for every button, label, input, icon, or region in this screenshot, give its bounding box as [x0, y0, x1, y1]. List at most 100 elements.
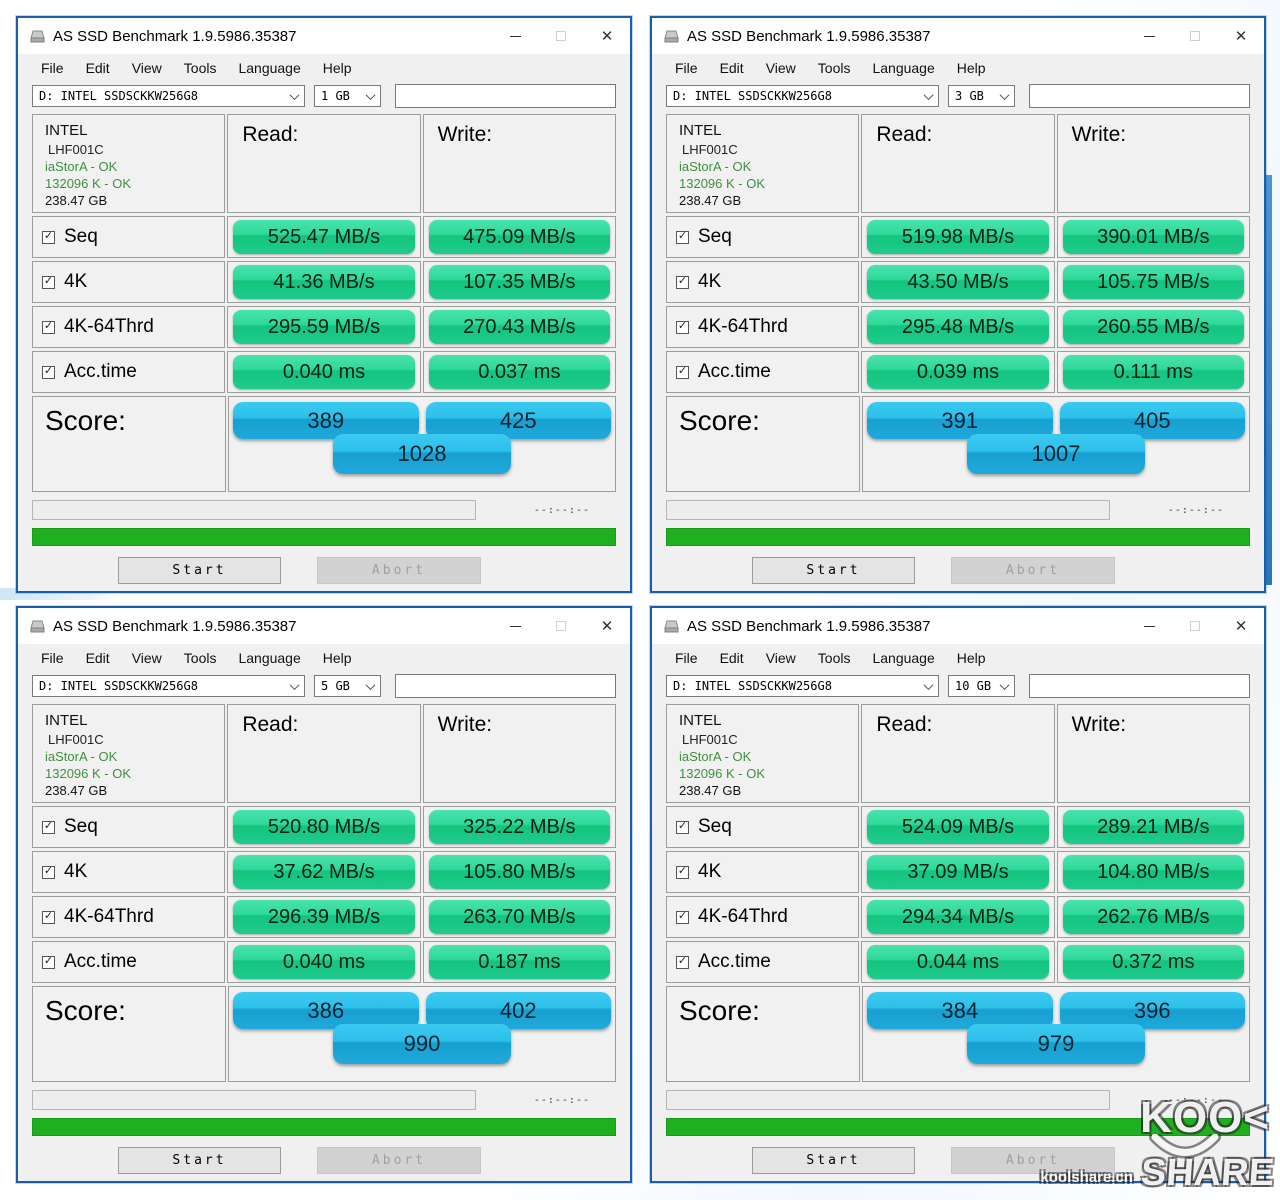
app-icon [30, 30, 45, 43]
seq-checkbox[interactable]: ✓ [42, 821, 55, 834]
drive-select-value: D: INTEL SSDSCKKW256G8 [673, 89, 832, 103]
row-label: 4K [698, 271, 721, 293]
write-header: Write: [423, 114, 616, 213]
parameter-input[interactable] [1029, 84, 1250, 108]
abort-button[interactable]: Abort [317, 557, 481, 584]
close-button[interactable]: ✕ [584, 18, 630, 54]
minimize-button[interactable] [492, 608, 538, 644]
title-bar: AS SSD Benchmark 1.9.5986.35387 ✕ [652, 608, 1264, 644]
abort-button[interactable]: Abort [951, 557, 1115, 584]
4k-checkbox[interactable]: ✓ [676, 866, 689, 879]
4k64-checkbox[interactable]: ✓ [42, 911, 55, 924]
menu-view[interactable]: View [755, 647, 807, 669]
row-label: 4K-64Thrd [698, 906, 788, 928]
seq-checkbox[interactable]: ✓ [676, 231, 689, 244]
seq-checkbox[interactable]: ✓ [676, 821, 689, 834]
row-label: Seq [698, 816, 732, 838]
drive-capacity: 238.47 GB [45, 782, 224, 799]
abort-button[interactable]: Abort [951, 1147, 1115, 1174]
drive-select[interactable]: D: INTEL SSDSCKKW256G8 [666, 85, 939, 107]
4k-checkbox[interactable]: ✓ [42, 866, 55, 879]
minimize-button[interactable] [492, 18, 538, 54]
test-size-select[interactable]: 5 GB [314, 675, 381, 697]
menu-file[interactable]: File [664, 647, 709, 669]
drive-info-panel: INTEL LHF001C iaStorA - OK 132096 K - OK… [32, 704, 225, 803]
app-icon [664, 620, 679, 633]
menu-tools[interactable]: Tools [807, 57, 862, 79]
menu-language[interactable]: Language [227, 647, 311, 669]
drive-select[interactable]: D: INTEL SSDSCKKW256G8 [666, 675, 939, 697]
row-label: 4K [64, 271, 87, 293]
maximize-button[interactable] [1172, 608, 1218, 644]
parameter-input[interactable] [395, 84, 616, 108]
minimize-button[interactable] [1126, 18, 1172, 54]
test-size-select[interactable]: 3 GB [948, 85, 1015, 107]
maximize-button[interactable] [538, 18, 584, 54]
menu-help[interactable]: Help [946, 647, 997, 669]
acctime-write-value: 0.037 ms [429, 355, 610, 389]
maximize-button[interactable] [1172, 18, 1218, 54]
menu-language[interactable]: Language [861, 57, 945, 79]
menu-help[interactable]: Help [946, 57, 997, 79]
close-button[interactable]: ✕ [1218, 608, 1264, 644]
window-title: AS SSD Benchmark 1.9.5986.35387 [687, 28, 931, 45]
acctime-write-value: 0.372 ms [1063, 945, 1244, 979]
menu-tools[interactable]: Tools [173, 647, 228, 669]
acctime-checkbox[interactable]: ✓ [42, 956, 55, 969]
chevron-down-icon [924, 90, 934, 100]
menu-help[interactable]: Help [312, 57, 363, 79]
4k-write-value: 105.80 MB/s [429, 855, 610, 889]
menu-view[interactable]: View [121, 57, 173, 79]
test-size-value: 5 GB [321, 679, 350, 693]
maximize-button[interactable] [538, 608, 584, 644]
menu-edit[interactable]: Edit [709, 647, 755, 669]
acctime-checkbox[interactable]: ✓ [676, 366, 689, 379]
close-button[interactable]: ✕ [584, 608, 630, 644]
score-label: Score: [679, 995, 760, 1026]
row-label: 4K-64Thrd [64, 316, 154, 338]
acctime-checkbox[interactable]: ✓ [676, 956, 689, 969]
parameter-input[interactable] [395, 674, 616, 698]
close-button[interactable]: ✕ [1218, 18, 1264, 54]
menu-edit[interactable]: Edit [75, 647, 121, 669]
window-title: AS SSD Benchmark 1.9.5986.35387 [53, 28, 297, 45]
score-panel: 391 405 1007 [862, 396, 1250, 492]
4k-checkbox[interactable]: ✓ [676, 276, 689, 289]
seq-checkbox[interactable]: ✓ [42, 231, 55, 244]
menu-view[interactable]: View [755, 57, 807, 79]
menu-file[interactable]: File [30, 647, 75, 669]
results-table: INTEL LHF001C iaStorA - OK 132096 K - OK… [32, 114, 616, 492]
row-label: Seq [698, 226, 732, 248]
start-button[interactable]: Start [118, 1147, 281, 1174]
menu-edit[interactable]: Edit [709, 57, 755, 79]
minimize-button[interactable] [1126, 608, 1172, 644]
4k-checkbox[interactable]: ✓ [42, 276, 55, 289]
drive-select[interactable]: D: INTEL SSDSCKKW256G8 [32, 85, 305, 107]
title-bar: AS SSD Benchmark 1.9.5986.35387 ✕ [652, 18, 1264, 54]
start-button[interactable]: Start [752, 1147, 915, 1174]
menu-language[interactable]: Language [861, 647, 945, 669]
start-button[interactable]: Start [752, 557, 915, 584]
menu-tools[interactable]: Tools [807, 647, 862, 669]
test-size-select[interactable]: 1 GB [314, 85, 381, 107]
seq-read-value: 519.98 MB/s [867, 220, 1048, 254]
menu-edit[interactable]: Edit [75, 57, 121, 79]
acctime-checkbox[interactable]: ✓ [42, 366, 55, 379]
abort-button[interactable]: Abort [317, 1147, 481, 1174]
menu-bar: File Edit View Tools Language Help [18, 54, 630, 81]
menu-tools[interactable]: Tools [173, 57, 228, 79]
4k64-checkbox[interactable]: ✓ [42, 321, 55, 334]
menu-language[interactable]: Language [227, 57, 311, 79]
menu-help[interactable]: Help [312, 647, 363, 669]
chevron-down-icon [924, 680, 934, 690]
menu-file[interactable]: File [30, 57, 75, 79]
menu-file[interactable]: File [664, 57, 709, 79]
parameter-input[interactable] [1029, 674, 1250, 698]
4k64-checkbox[interactable]: ✓ [676, 911, 689, 924]
menu-view[interactable]: View [121, 647, 173, 669]
4k64-checkbox[interactable]: ✓ [676, 321, 689, 334]
drive-select[interactable]: D: INTEL SSDSCKKW256G8 [32, 675, 305, 697]
test-size-select[interactable]: 10 GB [948, 675, 1015, 697]
row-label: Seq [64, 226, 98, 248]
start-button[interactable]: Start [118, 557, 281, 584]
